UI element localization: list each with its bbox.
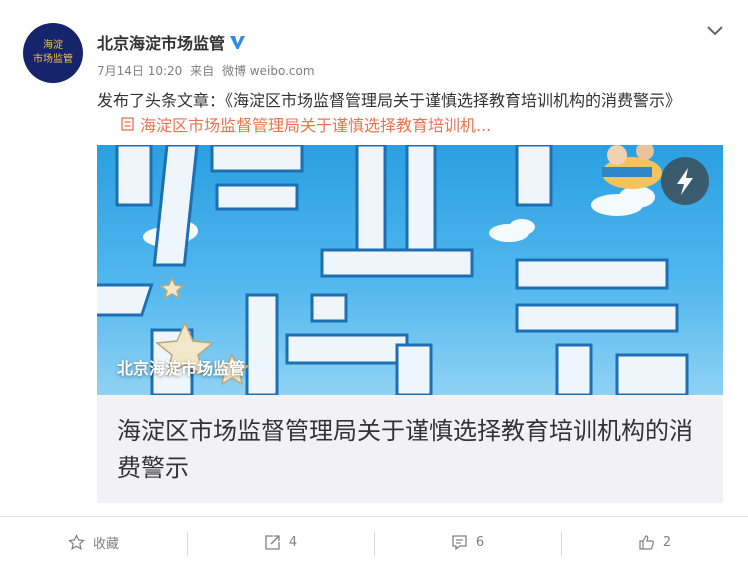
avatar-text-line2: 市场监管: [33, 54, 73, 65]
share-icon: [265, 534, 280, 550]
avatar-text-line1: 海淀: [43, 40, 63, 51]
forward-count: 4: [288, 534, 298, 550]
comment-count: 6: [475, 534, 485, 550]
post-time[interactable]: 7月14日 10:20: [97, 64, 182, 78]
like-button[interactable]: 2: [561, 531, 748, 556]
favorite-button[interactable]: 收藏: [0, 533, 187, 552]
post-source[interactable]: 微博 weibo.com: [222, 64, 315, 78]
forward-button[interactable]: 4: [187, 531, 374, 556]
action-bar: 收藏 4 6 2: [0, 516, 748, 567]
chevron-down-icon[interactable]: [704, 20, 726, 42]
star-icon: [68, 533, 85, 550]
avatar[interactable]: 海淀 市场监管: [23, 23, 83, 83]
article-link[interactable]: 海淀区市场监督管理局关于谨慎选择教育培训机...: [121, 116, 491, 135]
thumbs-up-icon: [639, 534, 654, 550]
author-name[interactable]: 北京海淀市场监管: [97, 30, 225, 54]
article-icon: [121, 117, 134, 131]
post-body: 发布了头条文章：《海淀区市场监督管理局关于谨慎选择教育培训机构的消费警示》: [97, 91, 682, 110]
favorite-label: 收藏: [92, 536, 119, 552]
like-count: 2: [662, 534, 672, 550]
article-title[interactable]: 海淀区市场监督管理局关于谨慎选择教育培训机构的消费警示: [117, 413, 707, 487]
author-row: 北京海淀市场监管: [97, 30, 246, 54]
verified-badge-icon: [230, 35, 246, 49]
post-text: 发布了头条文章：《海淀区市场监督管理局关于谨慎选择教育培训机构的消费警示》 海淀…: [97, 88, 725, 138]
article-card[interactable]: 北京海淀市场监管 海淀区市场监督管理局关于谨慎选择教育培训机构的消费警示: [97, 145, 723, 503]
article-banner-image[interactable]: 北京海淀市场监管: [97, 145, 723, 395]
post-meta: 7月14日 10:20 来自 微博 weibo.com: [97, 62, 319, 79]
comment-button[interactable]: 6: [374, 531, 561, 556]
article-link-text: 海淀区市场监督管理局关于谨慎选择教育培训机...: [140, 116, 492, 135]
lightning-icon[interactable]: [661, 157, 709, 205]
comment-icon: [452, 534, 467, 550]
post-source-prefix: 来自: [190, 64, 215, 78]
banner-watermark: 北京海淀市场监管: [117, 359, 246, 378]
